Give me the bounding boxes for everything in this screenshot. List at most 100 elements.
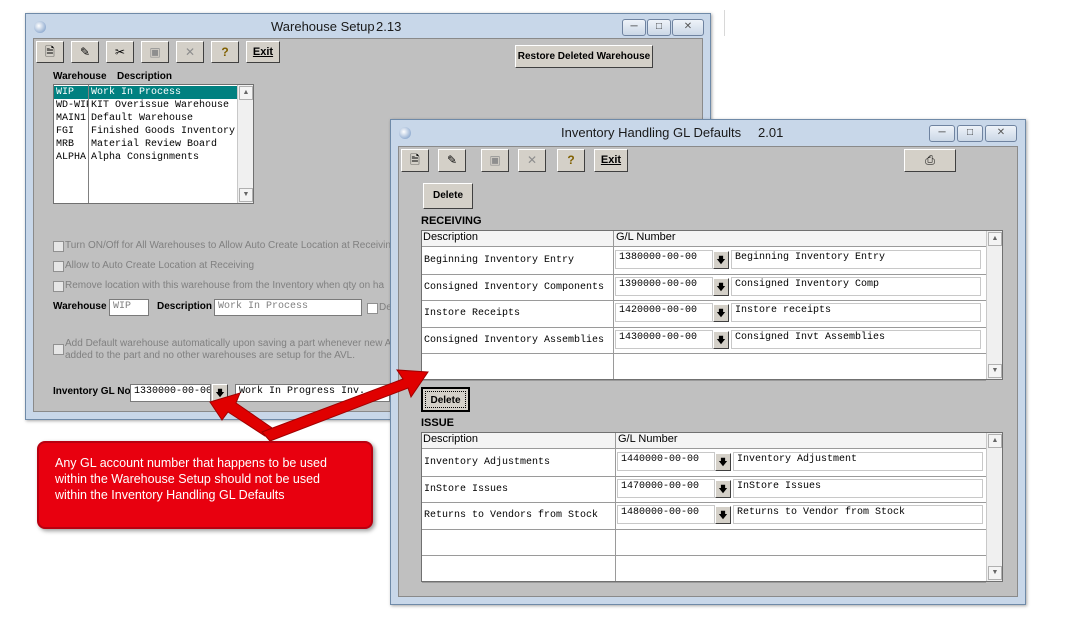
help-button[interactable]: ? [211,41,239,63]
gl-number-field[interactable]: 1470000-00-00 [617,479,715,498]
list-item[interactable]: FGI Finished Goods Inventory [54,125,237,138]
scroll-down-button[interactable]: ▼ [988,566,1002,580]
table-row[interactable]: Instore Receipts 1420000-00-00 🡇 Instore re… [422,300,986,327]
inventory-titlebar[interactable]: Inventory Handling GL Defaults 2.01 ─ □ … [391,120,1025,146]
edit-button[interactable]: ✎ [71,41,99,63]
gl-description-field[interactable]: Beginning Inventory Entry [731,250,981,269]
table-row-empty[interactable] [422,353,986,380]
exit-button[interactable]: Exit [594,149,628,172]
save-icon: ▣ [149,45,161,59]
list-item[interactable]: WIP Work In Process [54,86,237,99]
row-description: Inventory Adjustments [424,457,551,468]
gl-dropdown-button[interactable]: 🡇 [713,304,729,322]
gl-dropdown-button[interactable]: 🡇 [715,453,731,471]
gl-number-field[interactable]: 1380000-00-00 [615,250,713,269]
warehouse-list[interactable]: WIP Work In ProcessWD-WIPKIT Overissue Wa… [53,84,254,204]
allow-auto-checkbox[interactable] [53,261,64,272]
issue-delete-button[interactable]: Delete [421,387,470,412]
gl-description-field[interactable]: Returns to Vendor from Stock [733,505,983,524]
callout-text: Any GL account number that happens to be… [55,456,327,502]
receiving-scrollbar[interactable]: ▲ ▼ [986,231,1002,379]
de-checkbox[interactable] [367,303,378,314]
chevron-down-icon: 🡇 [718,484,728,494]
list-header-warehouse: Warehouse [53,71,107,82]
new-button[interactable]: 🗎 [36,41,64,63]
table-row[interactable]: Beginning Inventory Entry 1380000-00-00 🡇 B… [422,247,986,274]
gl-description-field[interactable]: Instore receipts [731,303,981,322]
scroll-down-button[interactable]: ▼ [988,364,1002,378]
warehouse-titlebar[interactable]: Warehouse Setup 2.13 ─ □ ✕ [26,14,710,40]
gl-number-field[interactable]: 1440000-00-00 [617,452,715,471]
warehouse-field[interactable]: WIP [109,299,149,316]
exit-button[interactable]: Exit [246,41,280,63]
app-icon[interactable] [399,127,411,139]
list-header-description: Description [117,71,173,82]
gl-dropdown-button[interactable]: 🡇 [713,331,729,349]
table-row[interactable]: Consigned Inventory Components 1390000-00… [422,274,986,301]
gl-description-field[interactable]: InStore Issues [733,479,983,498]
list-item-code: ALPHA [56,152,87,163]
table-row-empty[interactable] [422,529,986,556]
issue-scrollbar[interactable]: ▲ ▼ [986,433,1002,581]
help-button[interactable]: ? [557,149,585,172]
inventory-gl-field[interactable]: 1330000-00-00 [130,384,211,402]
scroll-up-button[interactable]: ▲ [988,434,1002,448]
restore-deleted-warehouse-button[interactable]: Restore Deleted Warehouse [515,45,653,68]
gl-number-field[interactable]: 1390000-00-00 [615,277,713,296]
new-button[interactable]: 🗎 [401,149,429,172]
turn-on-off-checkbox[interactable] [53,241,64,252]
gl-number-field[interactable]: 1480000-00-00 [617,505,715,524]
table-row[interactable]: InStore Issues 1470000-00-00 🡇 InStore Issu… [422,476,986,503]
minimize-button[interactable]: ─ [929,125,955,142]
print-button[interactable]: ⎙ [904,149,956,172]
gl-dropdown-button[interactable]: 🡇 [715,480,731,498]
scroll-up-button[interactable]: ▲ [988,232,1002,246]
chevron-down-icon: 🡇 [718,457,728,467]
gl-dropdown-button[interactable]: 🡇 [212,384,228,402]
table-row[interactable]: Consigned Inventory Assemblies 1430000-00… [422,327,986,354]
cut-icon: ✂ [114,45,126,59]
gl-dropdown-button[interactable]: 🡇 [713,278,729,296]
table-row[interactable]: Inventory Adjustments 1440000-00-00 🡇 Inven… [422,449,986,476]
add-default-checkbox[interactable] [53,344,64,355]
cut-button[interactable]: ✂ [106,41,134,63]
maximize-button[interactable]: □ [647,19,671,36]
inventory-gl-description-field[interactable]: Work In Progress Inv. [235,384,390,402]
remove-location-label: Remove location with this warehouse from… [65,280,385,291]
remove-location-checkbox[interactable] [53,281,64,292]
list-item[interactable]: MRB Material Review Board [54,138,237,151]
issue-col-divider [615,433,616,581]
table-row[interactable]: Returns to Vendors from Stock 1480000-00-… [422,502,986,529]
save-button[interactable]: ▣ [481,149,509,172]
maximize-button[interactable]: □ [957,125,983,142]
description-field[interactable]: Work In Process [214,299,362,316]
gl-number-field[interactable]: 1420000-00-00 [615,303,713,322]
close-button[interactable]: ✕ [672,19,704,36]
window-version: 2.01 [758,125,784,140]
scroll-down-button[interactable]: ▼ [239,188,253,202]
app-icon[interactable] [34,21,46,33]
gl-description-field[interactable]: Consigned Inventory Comp [731,277,981,296]
turn-on-off-label: Turn ON/Off for All Warehouses to Allow … [65,240,397,251]
minimize-button[interactable]: ─ [622,19,646,36]
scroll-up-button[interactable]: ▲ [239,86,253,100]
delete-button[interactable]: ✕ [176,41,204,63]
gl-dropdown-button[interactable]: 🡇 [713,251,729,269]
gl-description-field[interactable]: Consigned Invt Assemblies [731,330,981,349]
gl-dropdown-button[interactable]: 🡇 [715,506,731,524]
list-item[interactable]: WD-WIPKIT Overissue Warehouse [54,99,237,112]
edit-button[interactable]: ✎ [438,149,466,172]
gl-description-field[interactable]: Inventory Adjustment [733,452,983,471]
row-description: Consigned Inventory Components [424,282,605,293]
table-row-empty[interactable] [422,555,986,582]
warehouse-list-scrollbar[interactable]: ▲ ▼ [237,85,253,203]
receiving-delete-button[interactable]: Delete [423,183,473,209]
list-item[interactable]: MAIN1 Default Warehouse [54,112,237,125]
row-description: Consigned Inventory Assemblies [424,335,605,346]
gl-number-field[interactable]: 1430000-00-00 [615,330,713,349]
delete-button[interactable]: ✕ [518,149,546,172]
window-version: 2.13 [376,19,402,34]
save-button[interactable]: ▣ [141,41,169,63]
close-button[interactable]: ✕ [985,125,1017,142]
list-item[interactable]: ALPHA Alpha Consignments [54,151,237,164]
